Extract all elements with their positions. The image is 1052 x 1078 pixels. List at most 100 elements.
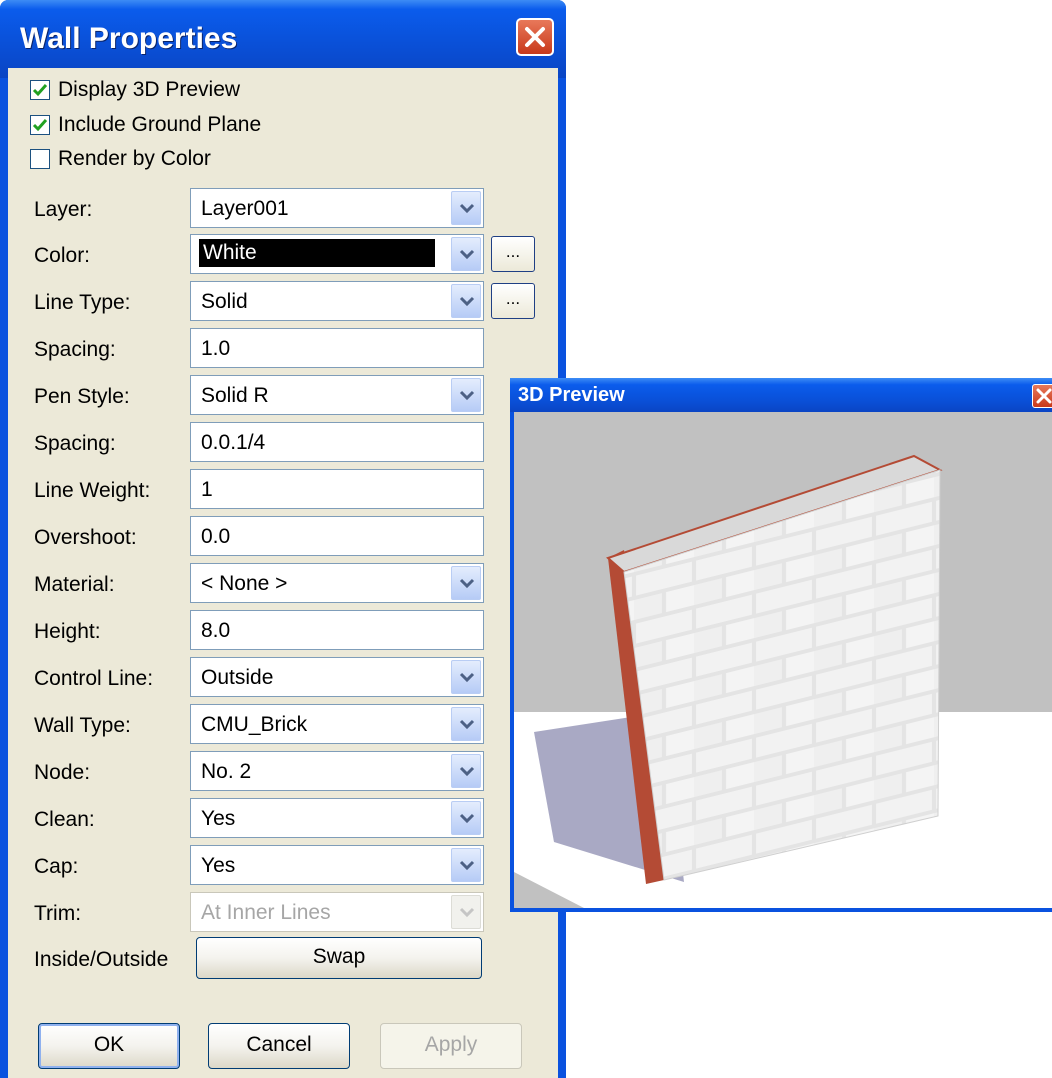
wall-type-dropdown-button[interactable] — [451, 707, 481, 741]
material-dropdown[interactable]: < None > — [190, 563, 484, 603]
trim-label: Trim: — [34, 902, 82, 925]
close-icon — [525, 27, 545, 47]
pen-style-label: Pen Style: — [34, 385, 130, 408]
line-type-dropdown[interactable]: Solid — [190, 281, 484, 321]
checkbox-render-by-color[interactable]: Render by Color — [30, 146, 211, 172]
chevron-down-icon — [459, 203, 475, 214]
inside-outside-label: Inside/Outside — [34, 948, 169, 971]
apply-button: Apply — [380, 1023, 522, 1069]
chevron-down-icon — [459, 578, 475, 589]
line-weight-label: Line Weight: — [34, 479, 151, 502]
clean-dropdown[interactable]: Yes — [190, 798, 484, 838]
color-value: White — [199, 239, 435, 267]
preview-window: 3D Preview — [510, 378, 1052, 912]
node-dropdown-button[interactable] — [451, 754, 481, 788]
check-icon — [32, 119, 48, 132]
color-dropdown[interactable]: White — [190, 234, 484, 274]
checkbox-box[interactable] — [30, 149, 50, 169]
wall-type-value: CMU_Brick — [201, 713, 308, 736]
trim-dropdown-button — [451, 895, 481, 929]
checkbox-box[interactable] — [30, 115, 50, 135]
trim-value: At Inner Lines — [201, 901, 331, 924]
height-value: 8.0 — [201, 619, 231, 642]
cap-value: Yes — [201, 854, 236, 877]
close-button[interactable] — [516, 18, 554, 56]
line-weight-value: 1 — [201, 478, 213, 501]
line-weight-input[interactable]: 1 — [190, 469, 484, 509]
check-icon — [32, 84, 48, 97]
node-dropdown[interactable]: No. 2 — [190, 751, 484, 791]
color-label: Color: — [34, 244, 91, 267]
cap-label: Cap: — [34, 855, 79, 878]
line-type-ellipsis-button[interactable]: ... — [491, 283, 535, 319]
checkbox-box[interactable] — [30, 80, 50, 100]
height-input[interactable]: 8.0 — [190, 610, 484, 650]
control-line-dropdown-button[interactable] — [451, 660, 481, 694]
window-title: Wall Properties — [20, 22, 238, 55]
spacing-label: Spacing: — [34, 338, 116, 361]
cap-dropdown-button[interactable] — [451, 848, 481, 882]
trim-dropdown: At Inner Lines — [190, 892, 484, 932]
layer-dropdown-button[interactable] — [451, 191, 481, 225]
pen-style-value: Solid R — [201, 384, 269, 407]
clean-value: Yes — [201, 807, 236, 830]
chevron-down-icon — [459, 296, 475, 307]
control-line-dropdown[interactable]: Outside — [190, 657, 484, 697]
spacing-input[interactable]: 1.0 — [190, 328, 484, 368]
wall-type-dropdown[interactable]: CMU_Brick — [190, 704, 484, 744]
chevron-down-icon — [459, 249, 475, 260]
material-value: < None > — [201, 572, 288, 595]
material-label: Material: — [34, 573, 115, 596]
preview-title-bar[interactable]: 3D Preview — [510, 378, 1052, 412]
chevron-down-icon — [459, 860, 475, 871]
chevron-down-icon — [459, 672, 475, 683]
height-label: Height: — [34, 620, 101, 643]
node-value: No. 2 — [201, 760, 252, 783]
wall-front-face — [623, 469, 941, 881]
pen-spacing-value: 0.0.1/4 — [201, 431, 266, 454]
close-icon — [1036, 388, 1052, 404]
overshoot-input[interactable]: 0.0 — [190, 516, 484, 556]
clean-dropdown-button[interactable] — [451, 801, 481, 835]
layer-dropdown[interactable]: Layer001 — [190, 188, 484, 228]
chevron-down-icon — [459, 907, 475, 918]
wall-type-label: Wall Type: — [34, 714, 131, 737]
cap-dropdown[interactable]: Yes — [190, 845, 484, 885]
color-ellipsis-button[interactable]: ... — [491, 236, 535, 272]
line-type-label: Line Type: — [34, 291, 131, 314]
control-line-label: Control Line: — [34, 667, 154, 690]
checkbox-include-ground-plane[interactable]: Include Ground Plane — [30, 112, 261, 138]
pen-style-dropdown-button[interactable] — [451, 378, 481, 412]
checkbox-label: Display 3D Preview — [58, 78, 241, 101]
checkbox-label: Render by Color — [58, 147, 211, 170]
chevron-down-icon — [459, 766, 475, 777]
preview-viewport[interactable] — [514, 412, 1052, 908]
checkbox-label: Include Ground Plane — [58, 113, 262, 136]
preview-close-button[interactable] — [1032, 384, 1052, 408]
clean-label: Clean: — [34, 808, 95, 831]
overshoot-value: 0.0 — [201, 525, 231, 548]
node-label: Node: — [34, 761, 91, 784]
line-type-value: Solid — [201, 290, 248, 313]
ok-button[interactable]: OK — [38, 1023, 180, 1069]
title-bar[interactable]: Wall Properties — [0, 0, 566, 78]
spacing-value: 1.0 — [201, 337, 231, 360]
line-type-dropdown-button[interactable] — [451, 284, 481, 318]
layer-value: Layer001 — [201, 197, 289, 220]
chevron-down-icon — [459, 719, 475, 730]
chevron-down-icon — [459, 390, 475, 401]
swap-button[interactable]: Swap — [196, 937, 482, 979]
layer-label: Layer: — [34, 198, 93, 221]
pen-style-dropdown[interactable]: Solid R — [190, 375, 484, 415]
cancel-button[interactable]: Cancel — [208, 1023, 350, 1069]
control-line-value: Outside — [201, 666, 274, 689]
preview-title: 3D Preview — [518, 384, 625, 406]
wall-3d-render — [514, 454, 1052, 908]
pen-spacing-input[interactable]: 0.0.1/4 — [190, 422, 484, 462]
chevron-down-icon — [459, 813, 475, 824]
color-dropdown-button[interactable] — [451, 237, 481, 271]
overshoot-label: Overshoot: — [34, 526, 137, 549]
material-dropdown-button[interactable] — [451, 566, 481, 600]
checkbox-display-3d-preview[interactable]: Display 3D Preview — [30, 77, 240, 103]
pen-spacing-label: Spacing: — [34, 432, 116, 455]
